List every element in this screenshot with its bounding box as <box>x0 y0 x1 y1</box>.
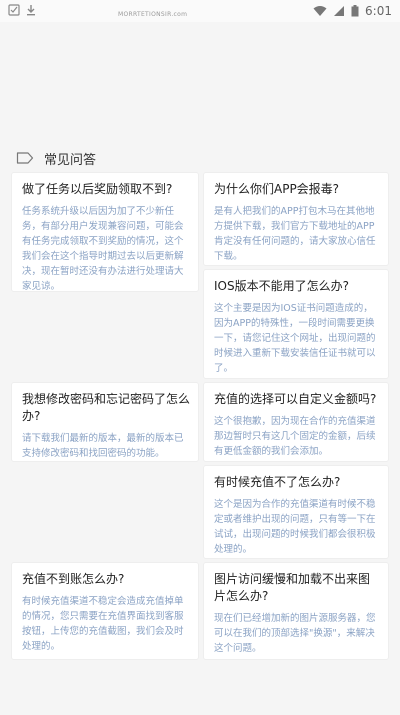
faq-question: 做了任务以后奖励领取不到? <box>22 182 173 196</box>
faq-card-not-credited[interactable]: 充值不到账怎么办? 有时候充值渠道不稳定会造成充值掉单的情况，您只需要在充值界面… <box>12 563 198 659</box>
faq-question: 图片访问缓慢和加载不出来图片怎么办? <box>214 572 371 603</box>
faq-question: IOS版本不能用了怎么办? <box>214 279 349 293</box>
wifi-icon <box>313 6 327 16</box>
status-left <box>8 4 36 16</box>
faq-answer: 任务系统升级以后因为加了不少新任务，有部分用户发现兼容问题，可能会有任务完成领取… <box>22 206 184 292</box>
faq-question: 充值的选择可以自定义金额吗? <box>214 392 377 406</box>
battery-icon <box>351 5 359 17</box>
faq-answer: 这个是因为合作的充值渠道有时候不稳定或者维护出现的问题，只有等一下在试试，出现问… <box>214 499 376 555</box>
status-bar: 6:01 <box>0 0 400 22</box>
status-time: 6:01 <box>365 4 392 18</box>
faq-question: 有时候充值不了怎么办? <box>214 475 341 489</box>
faq-card-image-loading[interactable]: 图片访问缓慢和加载不出来图片怎么办? 现在们已经增加新的图片源服务器，您可以在我… <box>204 563 388 659</box>
faq-card-reward[interactable]: 做了任务以后奖励领取不到? 任务系统升级以后因为加了不少新任务，有部分用户发现兼… <box>12 173 198 292</box>
faq-section-header: 常见问答 <box>16 148 96 168</box>
section-title: 常见问答 <box>44 152 97 168</box>
faq-card-virus[interactable]: 为什么你们APP会报毒? 是有人把我们的APP打包木马在其他地方提供下载，我们官… <box>204 173 388 265</box>
faq-answer: 这个主要是因为IOS证书问题造成的，因为APP的特殊性，一段时间需要更换一下，请… <box>214 303 376 374</box>
faq-question: 充值不到账怎么办? <box>22 572 125 586</box>
faq-answer: 这个很抱歉，因为现在合作的充值渠道那边暂时只有这几个固定的金额，后续有更低金额的… <box>214 416 376 457</box>
faq-card-recharge-fail[interactable]: 有时候充值不了怎么办? 这个是因为合作的充值渠道有时候不稳定或者维护出现的问题，… <box>204 466 388 558</box>
tag-icon <box>16 152 34 164</box>
download-icon <box>27 5 35 16</box>
faq-question: 为什么你们APP会报毒? <box>214 182 340 196</box>
faq-answer: 请下载我们最新的版本，最新的版本已支持修改密码和找回密码的功能。 <box>22 433 184 459</box>
faq-answer: 是有人把我们的APP打包木马在其他地方提供下载，我们官方下载地址的APP肯定没有… <box>214 206 376 262</box>
faq-answer: 现在们已经增加新的图片源服务器，您可以在我们的顶部选择"换源"，来解决这个问题。 <box>214 613 376 654</box>
status-right: 6:01 <box>313 4 392 18</box>
faq-question: 我想修改密码和忘记密码了怎么办? <box>22 392 191 423</box>
faq-answer: 有时候充值渠道不稳定会造成充值掉单的情况，您只需要在充值界面找到客服按钮，上传您… <box>22 596 184 652</box>
faq-card-custom-amount[interactable]: 充值的选择可以自定义金额吗? 这个很抱歉，因为现在合作的充值渠道那边暂时只有这几… <box>204 383 388 461</box>
faq-card-ios[interactable]: IOS版本不能用了怎么办? 这个主要是因为IOS证书问题造成的，因为APP的特殊… <box>204 270 388 378</box>
signal-icon <box>334 6 345 16</box>
faq-card-password[interactable]: 我想修改密码和忘记密码了怎么办? 请下载我们最新的版本，最新的版本已支持修改密码… <box>12 383 198 461</box>
bottom-area <box>0 688 400 715</box>
notification-icon <box>8 4 20 16</box>
header-partial-text: MORRTETIONSIR.com <box>118 11 188 18</box>
